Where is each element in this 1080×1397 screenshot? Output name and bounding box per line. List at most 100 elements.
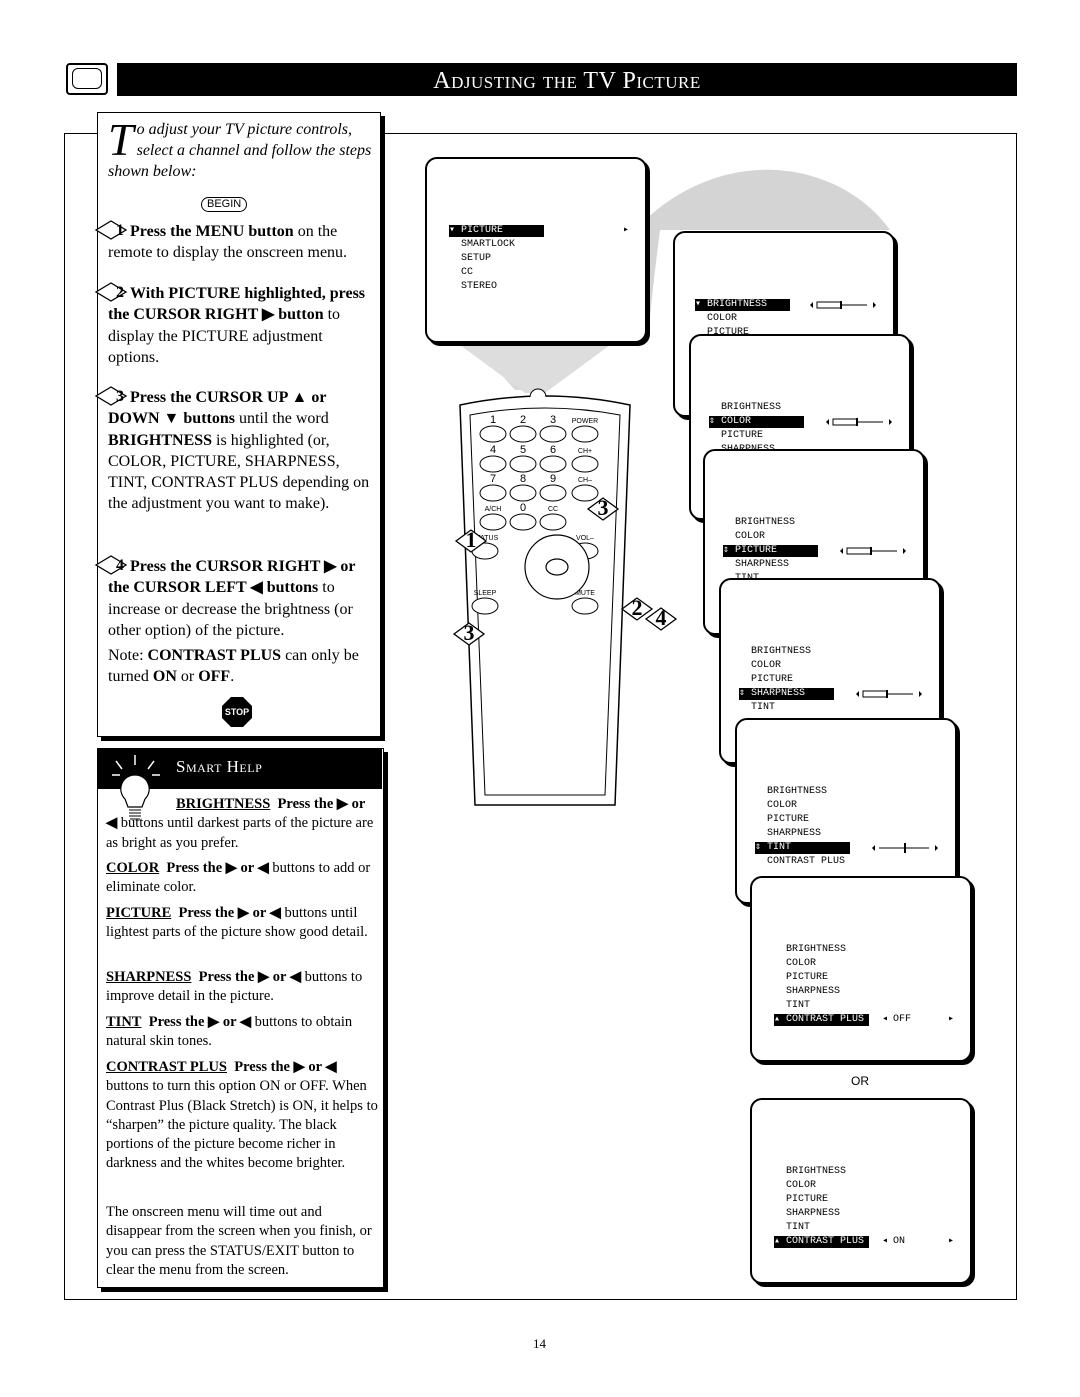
smart-help-item: BRIGHTNESS Press the ▶ or ◀ buttons unti… bbox=[106, 796, 374, 851]
menu-item: CONTRAST PLUS bbox=[767, 856, 846, 867]
drop-cap: T bbox=[108, 114, 134, 165]
menu-item: BRIGHTNESS bbox=[767, 786, 828, 797]
selection-marker-icon: ⇕ bbox=[739, 688, 752, 699]
menu-item-selected: ⇕ PICTURE bbox=[723, 545, 818, 557]
smart-help-box: Smart Help BRIGHTNESS Press the ▶ or ◀ b… bbox=[97, 748, 384, 1288]
remote-key-label: SLEEP bbox=[474, 590, 497, 597]
menu-item: BRIGHTNESS bbox=[786, 1166, 847, 1177]
remote-key-label: CH+ bbox=[578, 448, 592, 455]
menu-item: TINT bbox=[751, 702, 776, 713]
right-arrow-icon: ▸ bbox=[948, 1014, 955, 1025]
selection-marker-icon: ⇕ bbox=[755, 842, 768, 853]
note: Note: CONTRAST PLUS can only be turned O… bbox=[108, 647, 359, 686]
menu-item: SHARPNESS bbox=[767, 828, 822, 839]
tv-screen-menu: ▾ PICTURE SMARTLOCK SETUP CC STEREO ▸ bbox=[425, 157, 647, 343]
remote-button[interactable] bbox=[479, 484, 507, 502]
menu-item-selected: ▴ CONTRAST PLUS bbox=[774, 1014, 869, 1026]
menu-item-selected: ▴ CONTRAST PLUS bbox=[774, 1236, 869, 1248]
adjustment-slider bbox=[837, 545, 907, 557]
step-1: 1 Press the MENU button on the remote to … bbox=[94, 220, 376, 264]
remote-button[interactable] bbox=[509, 484, 537, 502]
menu-item: SETUP bbox=[461, 253, 492, 264]
step-number-badge: 2 bbox=[94, 281, 128, 303]
step-text: Press the MENU button bbox=[130, 223, 294, 240]
menu-item-selected: ⇕ TINT bbox=[755, 842, 850, 854]
remote-key-label: 4 bbox=[490, 444, 496, 456]
remote-control: 123POWER456CH+789CH–A/CH0CCSTATUSVOL–MEN… bbox=[459, 388, 631, 806]
remote-key-label: 5 bbox=[520, 444, 526, 456]
remote-button[interactable] bbox=[571, 597, 599, 615]
smart-help-item: COLOR Press the ▶ or ◀ buttons to add or… bbox=[106, 860, 371, 896]
menu-item: COLOR bbox=[786, 1180, 817, 1191]
remote-button[interactable] bbox=[479, 425, 507, 443]
step-3: 3 Press the CURSOR UP ▲ or DOWN ▼ buttons… bbox=[94, 386, 376, 515]
menu-item-selected: ▾ BRIGHTNESS bbox=[695, 299, 790, 311]
remote-button[interactable] bbox=[539, 455, 567, 473]
remote-button[interactable] bbox=[539, 425, 567, 443]
stop-sign-icon: STOP bbox=[222, 697, 252, 727]
menu-item: COLOR bbox=[735, 531, 766, 542]
smart-help-footer: The onscreen menu will time out and disa… bbox=[106, 1204, 372, 1278]
remote-button[interactable] bbox=[539, 484, 567, 502]
menu-item-selected: ⇕ SHARPNESS bbox=[739, 688, 834, 700]
cursor-pad bbox=[524, 534, 590, 600]
remote-key-label: POWER bbox=[572, 418, 598, 425]
menu-item: PICTURE bbox=[786, 1194, 829, 1205]
smart-help-title: Smart Help bbox=[176, 757, 263, 776]
page-title: Adjusting the TV Picture bbox=[117, 63, 1017, 96]
menu-item: BRIGHTNESS bbox=[786, 944, 847, 955]
tv-icon bbox=[66, 63, 108, 95]
menu-item: STEREO bbox=[461, 281, 498, 292]
menu-item: PICTURE bbox=[786, 972, 829, 983]
menu-item: SMARTLOCK bbox=[461, 239, 516, 250]
remote-key-label: CC bbox=[548, 506, 558, 513]
tv-screen-menu: BRIGHTNESS COLOR PICTURE SHARPNESS TINT ▴ CON… bbox=[750, 1098, 972, 1284]
remote-key-label: VOL– bbox=[576, 535, 594, 542]
step-text: until the word bbox=[234, 410, 329, 428]
intro-text: To adjust your TV picture controls, sele… bbox=[108, 114, 373, 182]
smart-help-item: SHARPNESS Press the ▶ or ◀ buttons to im… bbox=[106, 969, 363, 1005]
instructions-box: To adjust your TV picture controls, sele… bbox=[94, 112, 381, 737]
menu-item: TINT bbox=[786, 1000, 811, 1011]
toggle-value: ON bbox=[893, 1236, 906, 1247]
menu-item: BRIGHTNESS bbox=[751, 646, 812, 657]
remote-button[interactable] bbox=[509, 455, 537, 473]
menu-item: CC bbox=[461, 267, 474, 278]
remote-button[interactable] bbox=[509, 513, 537, 531]
remote-button[interactable] bbox=[571, 425, 599, 443]
step-callout: 3 bbox=[586, 495, 620, 522]
right-arrow-icon: ▸ bbox=[623, 225, 630, 236]
adjustment-slider bbox=[853, 688, 923, 700]
remote-button[interactable] bbox=[539, 513, 567, 531]
selection-marker-icon: ▴ bbox=[774, 1236, 787, 1247]
remote-button[interactable] bbox=[479, 455, 507, 473]
menu-item: COLOR bbox=[707, 313, 738, 324]
menu-item: SHARPNESS bbox=[786, 1208, 841, 1219]
smart-help-item: CONTRAST PLUS Press the ▶ or ◀ buttons t… bbox=[106, 1059, 378, 1172]
begin-badge: BEGIN bbox=[201, 197, 248, 212]
remote-button[interactable] bbox=[471, 597, 499, 615]
step-number-badge: 1 bbox=[94, 219, 128, 241]
menu-item: BRIGHTNESS bbox=[721, 402, 782, 413]
step-callout: 1 bbox=[454, 527, 488, 554]
selection-marker-icon: ⇕ bbox=[709, 416, 722, 427]
remote-button[interactable] bbox=[509, 425, 537, 443]
remote-key-label: 8 bbox=[520, 473, 526, 485]
menu-item: SHARPNESS bbox=[786, 986, 841, 997]
selection-marker-icon: ▾ bbox=[695, 299, 708, 310]
menu-item: PICTURE bbox=[721, 430, 764, 441]
toggle-value: OFF bbox=[893, 1014, 912, 1025]
selection-marker-icon: ▴ bbox=[774, 1014, 787, 1025]
right-arrow-icon: ▸ bbox=[948, 1236, 955, 1247]
left-arrow-icon: ◂ bbox=[882, 1236, 889, 1247]
remote-key-label: 1 bbox=[490, 414, 496, 426]
remote-key-label: CH– bbox=[578, 477, 592, 484]
smart-help-item: TINT Press the ▶ or ◀ buttons to obtain … bbox=[106, 1014, 353, 1050]
left-arrow-icon: ◂ bbox=[882, 1014, 889, 1025]
intro-body: o adjust your TV picture controls, selec… bbox=[108, 121, 372, 180]
selection-marker-icon: ▾ bbox=[449, 225, 462, 236]
step-callout: 4 bbox=[644, 605, 678, 632]
remote-key-label: 9 bbox=[550, 473, 556, 485]
step-callout: 3 bbox=[452, 620, 486, 647]
remote-button[interactable] bbox=[571, 455, 599, 473]
